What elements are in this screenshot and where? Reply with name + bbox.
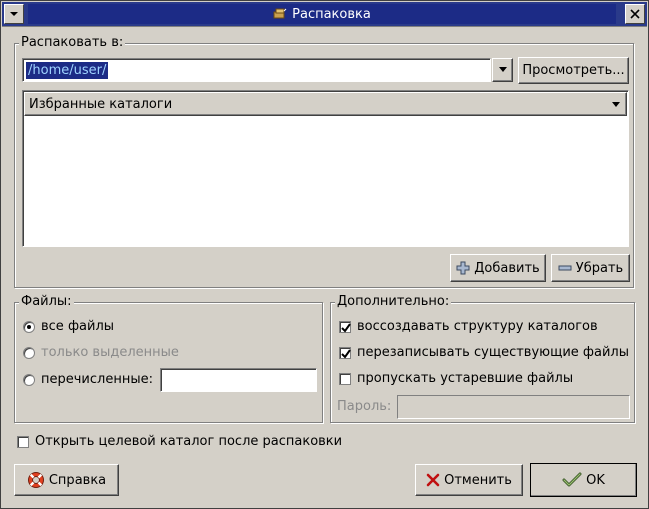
help-button-label: Справка <box>48 472 107 488</box>
ok-button[interactable]: OK <box>530 463 637 497</box>
files-group-label: Файлы: <box>19 294 74 309</box>
window-title: Распаковка <box>292 6 371 22</box>
overwrite-files-label: перезаписывать существующие файлы <box>357 345 630 360</box>
add-favorite-button[interactable]: Добавить <box>450 254 546 282</box>
listed-files-radio[interactable]: перечисленные: <box>23 372 153 387</box>
favorite-dirs-header[interactable]: Избранные каталоги <box>24 92 627 116</box>
open-after-label: Открыть целевой каталог после распаковки <box>35 434 343 449</box>
listed-files-label: перечисленные: <box>41 372 153 387</box>
password-input[interactable] <box>397 395 630 419</box>
selected-only-radio[interactable]: только выделенные <box>23 345 179 360</box>
title-bar: Распаковка <box>2 2 647 27</box>
password-label: Пароль: <box>337 399 392 414</box>
recreate-dirs-checkbox[interactable]: воссоздавать структуру каталогов <box>339 319 598 334</box>
archive-icon <box>273 8 287 19</box>
add-favorite-label: Добавить <box>474 260 540 276</box>
skip-older-checkbox[interactable]: пропускать устаревшие файлы <box>339 371 573 386</box>
chevron-down-icon <box>498 67 507 72</box>
checkbox-indicator <box>17 435 29 448</box>
open-after-checkbox[interactable]: Открыть целевой каталог после распаковки <box>17 434 342 449</box>
ok-button-label: OK <box>586 472 605 488</box>
radio-indicator <box>23 373 35 386</box>
minus-icon <box>558 265 572 271</box>
extract-to-label: Распаковать в: <box>19 35 126 50</box>
browse-button[interactable]: Просмотреть... <box>518 57 629 84</box>
checkbox-indicator <box>339 346 351 359</box>
title-area: Распаковка <box>28 4 616 24</box>
check-icon <box>562 472 582 487</box>
extract-dialog: Распаковка Распаковать в: /home/user/ Пр… <box>0 0 649 509</box>
checkbox-indicator <box>339 320 351 333</box>
destination-history-dropdown[interactable] <box>492 58 513 82</box>
extra-options-label: Дополнительно: <box>335 294 452 309</box>
plus-icon <box>456 261 470 275</box>
check-icon <box>341 322 351 333</box>
destination-path-input[interactable]: /home/user/ <box>22 58 491 82</box>
remove-favorite-label: Убрать <box>575 260 624 276</box>
all-files-label: все файлы <box>41 319 115 334</box>
cancel-button-label: Отменить <box>444 472 512 488</box>
overwrite-files-checkbox[interactable]: перезаписывать существующие файлы <box>339 345 629 360</box>
window-menu-button[interactable] <box>4 4 24 24</box>
x-icon <box>426 473 440 487</box>
destination-path-value: /home/user/ <box>26 62 109 79</box>
check-icon <box>341 348 351 359</box>
remove-favorite-button[interactable]: Убрать <box>551 254 630 282</box>
skip-older-label: пропускать устаревшие файлы <box>357 371 574 386</box>
lifebuoy-icon <box>27 472 44 488</box>
help-button[interactable]: Справка <box>14 464 119 496</box>
favorite-dirs-list[interactable]: Избранные каталоги <box>22 90 629 247</box>
chevron-down-icon <box>10 12 18 16</box>
listed-files-input[interactable] <box>160 368 317 392</box>
favorite-dirs-header-label: Избранные каталоги <box>29 97 173 112</box>
cancel-button[interactable]: Отменить <box>415 464 523 496</box>
close-icon <box>630 9 640 19</box>
radio-indicator <box>23 320 35 333</box>
window-close-button[interactable] <box>625 4 645 24</box>
selected-only-label: только выделенные <box>41 345 179 360</box>
browse-button-label: Просмотреть... <box>522 63 625 78</box>
checkbox-indicator <box>339 372 351 385</box>
all-files-radio[interactable]: все файлы <box>23 319 114 334</box>
recreate-dirs-label: воссоздавать структуру каталогов <box>357 319 598 334</box>
chevron-down-icon <box>612 102 620 107</box>
radio-indicator <box>23 346 35 359</box>
